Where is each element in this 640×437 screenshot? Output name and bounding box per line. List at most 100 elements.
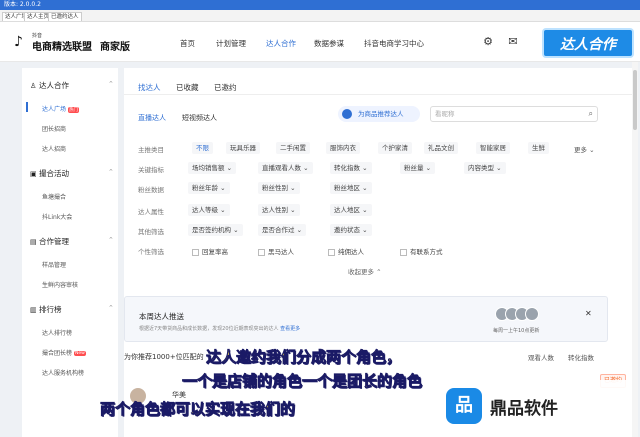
section-badge: 达人合作: [542, 28, 634, 58]
window-tab-strip: 达人广场 达人主页 已邀约达人: [0, 10, 640, 22]
filter-dropdown[interactable]: 达人性别 ⌄: [258, 204, 300, 216]
sidebar-item-douLink[interactable]: 抖Link大会: [42, 212, 72, 221]
dropdown-label: 场均销售额: [192, 164, 225, 172]
filter-dropdown[interactable]: 直播观看人数 ⌄: [258, 162, 313, 174]
filter-chip[interactable]: 生鲜: [528, 142, 549, 154]
settings-icon[interactable]: ⚙: [482, 36, 494, 48]
filter-dropdown[interactable]: 达人地区 ⌄: [330, 204, 372, 216]
nav-learning-center[interactable]: 抖音电商学习中心: [364, 38, 424, 49]
filter-chip[interactable]: 玩具乐器: [226, 142, 260, 154]
chevron-up-icon: ⌃: [108, 304, 114, 312]
collapse-filters-button[interactable]: 收起更多 ⌃: [348, 266, 382, 276]
nav-home[interactable]: 首页: [180, 38, 195, 49]
more-label: 更多: [574, 146, 587, 154]
filter-dropdown[interactable]: 是否合作过 ⌄: [258, 224, 307, 236]
dropdown-label: 内容类型: [468, 164, 494, 172]
filter-dropdown[interactable]: 粉丝地区 ⌄: [330, 182, 372, 194]
more-categories-button[interactable]: 更多 ⌄: [574, 144, 595, 154]
dropdown-label: 转化指数: [334, 164, 360, 172]
filter-dropdown[interactable]: 邀约状态 ⌄: [330, 224, 372, 236]
sidebar-item-talent-square[interactable]: 达人广场 热门: [42, 104, 80, 113]
window-title-bar: 版本: 2.0.0.2: [0, 0, 640, 10]
dropdown-label: 是否签约机构: [192, 226, 231, 234]
search-input[interactable]: 看昵称 ⌕: [430, 106, 598, 122]
sidebar-group-label: 排行榜: [39, 305, 62, 314]
filter-chip[interactable]: 智能家居: [476, 142, 510, 154]
filter-dropdown[interactable]: 内容类型 ⌄: [464, 162, 506, 174]
sidebar-item-agency-rank[interactable]: 达人服务机构榜: [42, 368, 84, 377]
filter-dropdown[interactable]: 是否签约机构 ⌄: [188, 224, 243, 236]
checkbox-high-reply[interactable]: 回复率高: [192, 246, 228, 256]
tab-invited[interactable]: 已邀约: [214, 82, 237, 93]
sidebar-group-label: 合作管理: [39, 237, 69, 246]
checkbox-dark-horse[interactable]: 黑马达人: [258, 246, 294, 256]
sidebar-group-talent[interactable]: ♙ 达人合作 ⌃: [30, 80, 114, 91]
view-more-link[interactable]: 查看更多: [280, 326, 300, 332]
nav-plan-management[interactable]: 计划管理: [216, 38, 246, 49]
chevron-up-icon: ⌃: [108, 80, 114, 88]
message-icon[interactable]: ✉: [507, 36, 519, 48]
filter-label-metrics: 关键指标: [138, 166, 164, 174]
dropdown-label: 是否合作过: [262, 226, 295, 234]
filter-dropdown[interactable]: 粉丝年龄 ⌄: [188, 182, 230, 194]
sidebar-group-activity[interactable]: ▣ 撮合活动 ⌃: [30, 168, 114, 179]
checkbox-label: 回复率高: [202, 248, 228, 256]
scrollbar[interactable]: [632, 62, 638, 437]
banner-description: 根据近7天带货商品和成长数据，发现20位近期表现突出的达人 查看更多: [139, 325, 300, 332]
filter-dropdown[interactable]: 达人等级 ⌄: [188, 204, 230, 216]
nav-talent-cooperation[interactable]: 达人合作: [266, 38, 296, 49]
filter-dropdown[interactable]: 转化指数 ⌄: [330, 162, 372, 174]
sidebar-item-leader-invite[interactable]: 团长招商: [42, 124, 66, 133]
sidebar-item-samples[interactable]: 样品管理: [42, 260, 66, 269]
sort-viewers[interactable]: 观看人数: [528, 352, 554, 362]
chevron-up-icon: ⌃: [108, 236, 114, 244]
checkbox-box[interactable]: [400, 248, 407, 256]
sort-conversion[interactable]: 转化指数: [568, 352, 594, 362]
checkbox-label: 纯佣达人: [338, 248, 364, 256]
tab-favorited[interactable]: 已收藏: [176, 82, 199, 93]
checkbox-has-contact[interactable]: 有联系方式: [400, 246, 443, 256]
sidebar-item-leader-rank[interactable]: 撮合团长榜 New: [42, 348, 86, 357]
filter-chip[interactable]: 个护家清: [378, 142, 412, 154]
collapse-label: 收起更多: [348, 268, 374, 276]
search-icon[interactable]: ⌕: [589, 107, 593, 121]
scrollbar-thumb[interactable]: [633, 70, 637, 130]
sidebar-item-fresh-review[interactable]: 生鲜内容审核: [42, 280, 78, 289]
sidebar-group-rank[interactable]: ▥ 排行榜 ⌃: [30, 304, 114, 315]
dropdown-label: 直播观看人数: [262, 164, 301, 172]
rank-icon: ▥: [30, 306, 37, 314]
watermark-text: 鼎品软件: [490, 399, 558, 419]
filter-chip[interactable]: 不限: [192, 142, 213, 154]
recommend-for-product-button[interactable]: 为商品推荐达人: [338, 106, 420, 122]
checkbox-box[interactable]: [328, 248, 335, 256]
new-badge: New: [74, 351, 86, 356]
app-logo[interactable]: ♪ 抖音 电商精选联盟 商家版: [14, 32, 164, 54]
subtab-live[interactable]: 直播达人: [138, 113, 166, 123]
filter-dropdown[interactable]: 粉丝性别 ⌄: [258, 182, 300, 194]
checkbox-box[interactable]: [258, 248, 265, 256]
filter-label-fans: 粉丝数据: [138, 186, 164, 194]
user-icon: ♙: [30, 82, 37, 90]
sidebar-item-talent-invite[interactable]: 达人招商: [42, 144, 66, 153]
filter-chip[interactable]: 二手闲置: [276, 142, 310, 154]
sidebar-item-talent-rank[interactable]: 达人排行榜: [42, 328, 72, 337]
filter-dropdown[interactable]: 场均销售额 ⌄: [188, 162, 237, 174]
checkbox-pure-commission[interactable]: 纯佣达人: [328, 246, 364, 256]
nav-data-advisor[interactable]: 数据参谋: [314, 38, 344, 49]
sidebar-item-fishpond[interactable]: 鱼塘撮合: [42, 192, 66, 201]
filter-dropdown[interactable]: 粉丝量 ⌄: [400, 162, 436, 174]
sidebar-group-label: 达人合作: [39, 81, 69, 90]
tab-find-talent[interactable]: 找达人: [138, 82, 161, 93]
checkbox-box[interactable]: [192, 248, 199, 256]
sidebar: ♙ 达人合作 ⌃ 达人广场 热门 团长招商 达人招商 ▣ 撮合活动 ⌃ 鱼塘撮合 抖L…: [22, 68, 118, 437]
recommend-label: 为商品推荐达人: [358, 110, 404, 118]
filter-chip[interactable]: 礼品文创: [424, 142, 458, 154]
results-count: 为你推荐1000+位匹配的: [124, 353, 204, 361]
filter-chip[interactable]: 服饰内衣: [326, 142, 360, 154]
window-tab-3[interactable]: 已邀约达人: [48, 12, 82, 21]
subtab-short-video[interactable]: 短视频达人: [182, 113, 217, 123]
sidebar-group-manage[interactable]: ▤ 合作管理 ⌃: [30, 236, 114, 247]
subtitle-line-2: 一个是店铺的角色一个是团长的角色: [182, 372, 423, 391]
close-icon[interactable]: ✕: [585, 309, 592, 318]
filter-label-category: 主推类目: [138, 146, 164, 154]
